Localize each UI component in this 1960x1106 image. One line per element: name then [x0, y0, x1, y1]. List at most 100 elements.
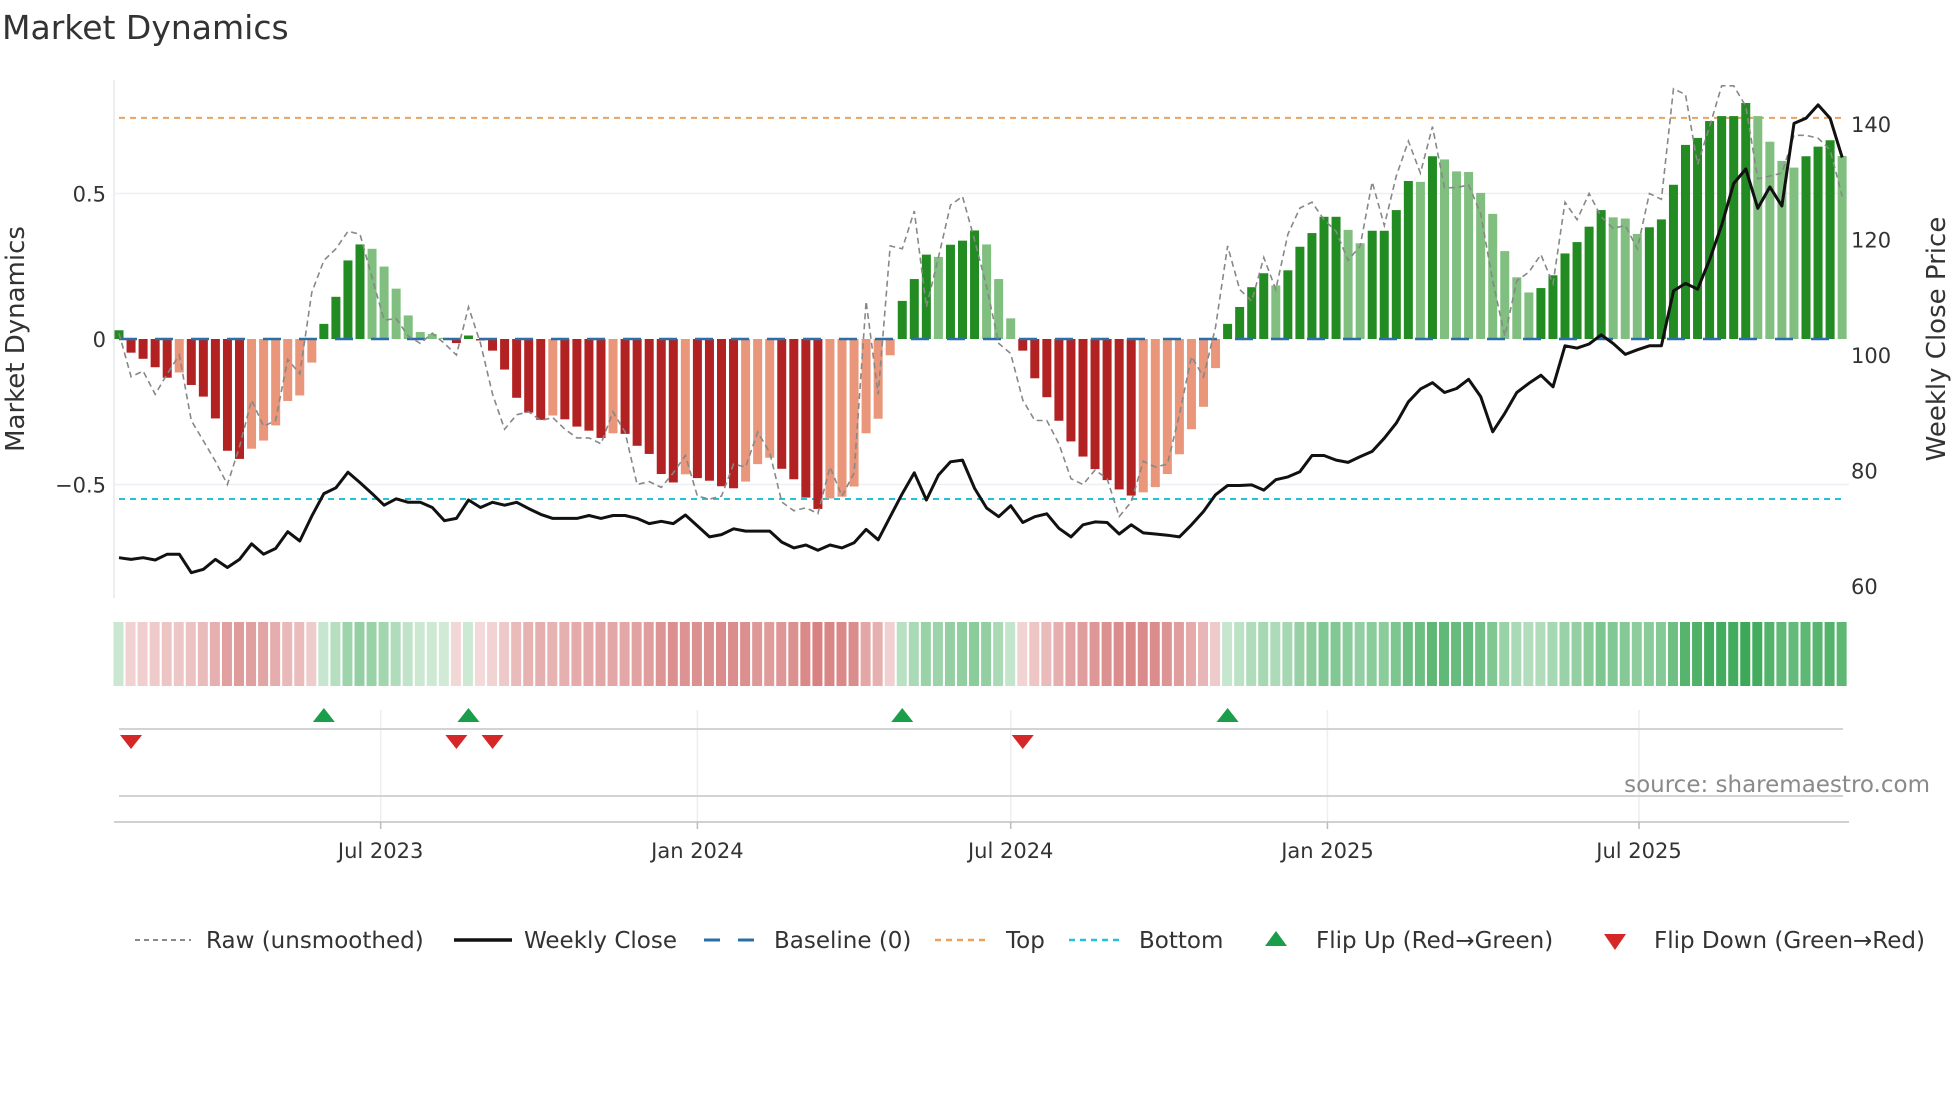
heatmap-cell — [1125, 622, 1136, 686]
x-tick-label: Jan 2024 — [649, 839, 744, 863]
heatmap-cell — [475, 622, 485, 686]
momentum-bar — [1271, 285, 1281, 339]
heatmap-cell — [728, 622, 739, 686]
momentum-bar — [536, 339, 546, 420]
momentum-bar — [1596, 210, 1606, 339]
momentum-bar — [463, 335, 473, 339]
momentum-bar — [1006, 318, 1016, 339]
flip-down-marker — [1011, 735, 1034, 749]
momentum-bar — [367, 248, 377, 339]
momentum-bar — [512, 339, 522, 398]
left-tick-label: 0.5 — [73, 183, 106, 207]
heatmap-cell — [595, 622, 606, 686]
heatmap-cell — [1523, 622, 1534, 686]
heatmap-cell — [462, 622, 473, 686]
momentum-bar — [271, 339, 281, 426]
momentum-bar — [1090, 339, 1100, 470]
heatmap-cell — [342, 622, 353, 686]
heatmap-cell — [511, 622, 522, 686]
momentum-bar — [524, 339, 534, 413]
heatmap-cell — [1631, 622, 1642, 686]
heatmap-cell — [884, 622, 895, 686]
momentum-bar — [1572, 242, 1582, 339]
legend-flip-down-icon — [1604, 934, 1626, 950]
heatmap-cell — [1390, 622, 1401, 686]
momentum-bar — [1174, 339, 1184, 455]
momentum-bar — [1705, 121, 1715, 339]
heatmap-cell — [1716, 622, 1727, 686]
heatmap-cell — [981, 622, 992, 686]
flip-down-marker — [120, 735, 143, 749]
momentum-bar — [777, 339, 787, 469]
momentum-bar — [1307, 233, 1317, 339]
legend-label: Flip Up (Red→Green) — [1316, 928, 1553, 954]
heatmap-cell — [691, 622, 702, 686]
momentum-bar — [1452, 171, 1462, 339]
heatmap-cell — [1583, 622, 1594, 686]
momentum-bar — [632, 339, 642, 446]
momentum-bar — [1536, 288, 1546, 339]
momentum-bar — [198, 339, 208, 397]
heatmap-cell — [559, 622, 570, 686]
momentum-bar — [765, 339, 775, 458]
momentum-bar — [500, 339, 510, 370]
heatmap-cell — [1198, 622, 1208, 686]
heatmap-cell — [932, 622, 943, 686]
raw-line — [118, 85, 1843, 519]
momentum-bar — [283, 339, 293, 401]
right-axis-title: Weekly Close Price — [1922, 217, 1952, 462]
momentum-bar — [1753, 116, 1763, 340]
heatmap-cell — [1113, 622, 1124, 686]
momentum-bar — [391, 288, 401, 339]
right-tick-label: 60 — [1851, 575, 1878, 599]
legend-label: Weekly Close — [524, 928, 677, 954]
heatmap-cell — [993, 622, 1004, 686]
legend-item-bottom: Bottom — [1069, 928, 1223, 954]
heatmap-cell — [1800, 622, 1811, 686]
momentum-bar — [1199, 339, 1208, 407]
momentum-bar — [945, 244, 955, 339]
heatmap-cell — [1077, 622, 1088, 686]
heatmap-cell — [354, 622, 365, 686]
heatmap-cell — [1318, 622, 1329, 686]
heatmap-cell — [149, 622, 160, 686]
momentum-bar — [1500, 251, 1510, 339]
momentum-bar — [1066, 339, 1076, 442]
momentum-bar — [656, 339, 666, 475]
heatmap-cell — [1667, 622, 1678, 686]
momentum-bar — [933, 256, 943, 339]
flip-markers — [114, 708, 1849, 823]
legend-label: Flip Down (Green→Red) — [1654, 928, 1925, 954]
right-tick-label: 80 — [1851, 460, 1878, 484]
heatmap-cell — [812, 622, 823, 686]
right-tick-label: 140 — [1851, 113, 1891, 137]
heatmap-cell — [571, 622, 582, 686]
heatmap-cell — [1643, 622, 1654, 686]
heatmap-cell — [667, 622, 678, 686]
momentum-bar — [1355, 243, 1365, 339]
momentum-bar — [620, 339, 630, 434]
heatmap-cell — [1378, 622, 1389, 686]
momentum-bar — [813, 339, 823, 509]
heatmap-cell — [1463, 622, 1474, 686]
heatmap-cell — [957, 622, 967, 686]
momentum-bar — [958, 240, 967, 339]
heatmap-cell — [366, 622, 377, 686]
left-tick-label: 0 — [93, 328, 106, 352]
heatmap-cell — [655, 622, 666, 686]
momentum-bar — [970, 230, 980, 339]
heatmap-cell — [1173, 622, 1184, 686]
heatmap-cell — [1535, 622, 1546, 686]
heatmap-cell — [1559, 622, 1570, 686]
heatmap-cell — [1426, 622, 1437, 686]
x-axis-ticks: Jul 2023 Jan 2024 Jul 2024 Jan 2025 Jul 2025 — [336, 822, 1682, 863]
momentum-bar — [897, 300, 907, 339]
heatmap-cell — [1402, 622, 1413, 686]
momentum-bar — [1078, 339, 1088, 457]
momentum-bar — [1379, 230, 1389, 339]
heatmap-cell — [1354, 622, 1365, 686]
heatmap-cell — [1053, 622, 1064, 686]
momentum-bar — [692, 339, 702, 479]
momentum-bar — [186, 339, 196, 385]
legend-label: Baseline (0) — [774, 928, 911, 954]
